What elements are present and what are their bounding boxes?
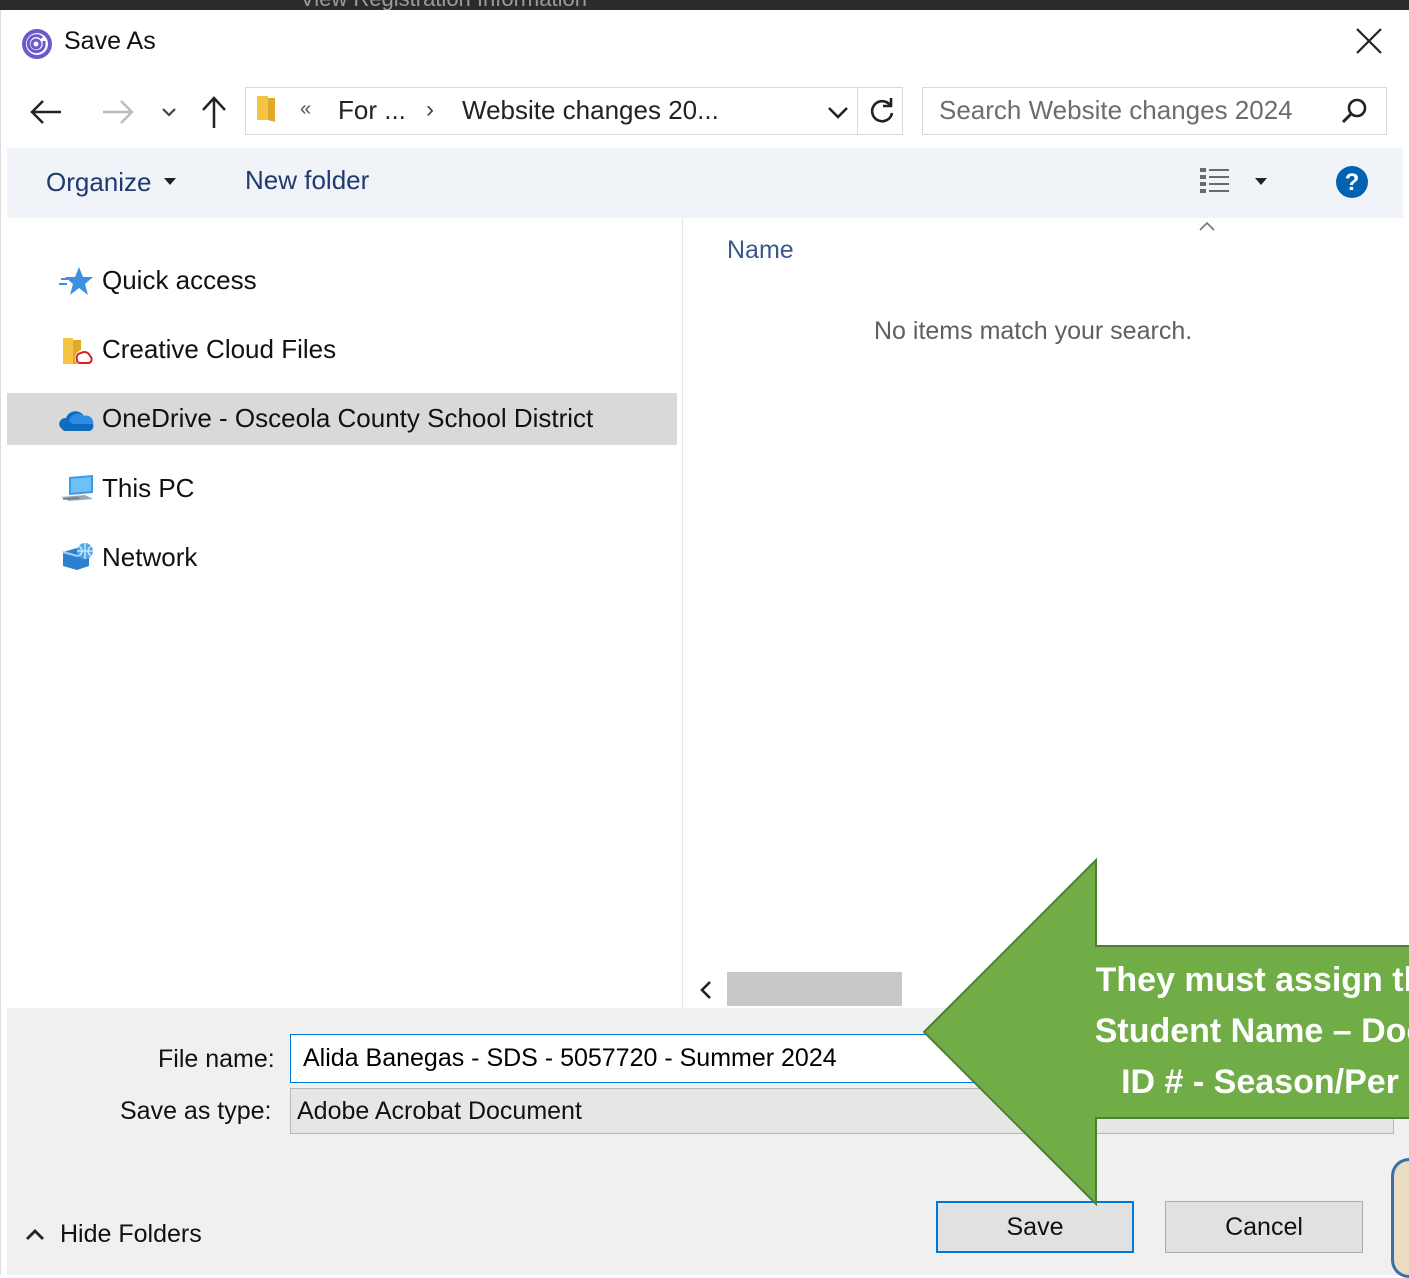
caret-down-icon[interactable] [164, 178, 176, 186]
scroll-left-button[interactable] [688, 972, 724, 1008]
background-window-strip: View Registration Information [0, 0, 1409, 10]
nav-item-label: Network [102, 542, 198, 572]
address-dropdown-icon[interactable] [824, 97, 852, 127]
close-icon[interactable] [1352, 24, 1386, 60]
address-divider [857, 88, 858, 134]
nav-item-label: OneDrive - Osceola County School Distric… [102, 403, 594, 433]
star-icon [59, 267, 93, 295]
arrow-left-icon [30, 100, 61, 124]
chevron-down-icon [162, 108, 176, 117]
refresh-icon[interactable] [866, 95, 898, 127]
breadcrumb-separator[interactable]: › [426, 96, 434, 124]
forward-button[interactable] [98, 92, 138, 132]
svg-text:?: ? [1345, 169, 1360, 196]
organize-button[interactable]: Organize [46, 167, 152, 198]
nav-item-network[interactable]: Network [7, 532, 677, 584]
annotation-callout-text: They must assign th Student Name – Doc I… [1030, 955, 1409, 1108]
arrow-up-icon [202, 96, 226, 128]
dialog-title: Save As [64, 27, 156, 55]
annotation-line-1: They must assign th [1095, 961, 1409, 999]
save-as-type-value[interactable]: Adobe Acrobat Document [297, 1097, 582, 1126]
up-button[interactable] [196, 92, 232, 132]
annotation-line-2: Student Name – Doc [1094, 1012, 1409, 1050]
nav-item-label: Creative Cloud Files [102, 334, 337, 364]
computer-icon [61, 475, 93, 501]
folder-icon [257, 96, 275, 122]
recent-locations-button[interactable] [156, 92, 182, 132]
sort-ascending-icon [1199, 221, 1215, 231]
view-details-icon[interactable] [1198, 166, 1234, 196]
network-icon [62, 543, 93, 570]
background-tab-title: View Registration Information [300, 0, 587, 10]
nav-item-this-pc[interactable]: This PC [7, 463, 677, 515]
chevron-left-icon [700, 981, 711, 999]
save-button[interactable]: Save [936, 1201, 1134, 1253]
pane-divider[interactable] [682, 218, 683, 1008]
nav-item-onedrive[interactable]: OneDrive - Osceola County School Distric… [7, 393, 677, 445]
help-icon[interactable]: ? [1335, 165, 1369, 199]
search-icon[interactable] [1340, 96, 1370, 126]
new-folder-button[interactable]: New folder [245, 165, 369, 196]
overlay-image-edge [1391, 1158, 1409, 1278]
chevron-up-icon [26, 1229, 44, 1240]
nav-item-label: Quick access [102, 265, 257, 295]
onedrive-cloud-icon [59, 411, 94, 432]
address-overflow-chevron[interactable]: « [300, 98, 311, 121]
app-icon [22, 29, 52, 59]
empty-results-message: No items match your search. [874, 317, 1193, 345]
column-header-name[interactable]: Name [727, 236, 794, 265]
horizontal-scrollbar-thumb[interactable] [727, 972, 902, 1006]
hide-folders-toggle[interactable]: Hide Folders [24, 1218, 202, 1250]
breadcrumb-segment-parent[interactable]: For ... [338, 95, 406, 126]
hide-folders-label: Hide Folders [60, 1219, 202, 1248]
save-as-type-label: Save as type: [120, 1097, 272, 1125]
search-input[interactable]: Search Website changes 2024 [939, 95, 1293, 126]
creative-cloud-folder-icon [63, 338, 93, 366]
cancel-button[interactable]: Cancel [1165, 1201, 1363, 1253]
view-options-caret-icon[interactable] [1255, 178, 1267, 186]
annotation-line-3: ID # - Season/Per [1121, 1063, 1399, 1101]
nav-item-quick-access[interactable]: Quick access [7, 255, 677, 307]
nav-item-creative-cloud-files[interactable]: Creative Cloud Files [7, 324, 677, 376]
breadcrumb-segment-current[interactable]: Website changes 20... [462, 95, 719, 126]
file-name-label: File name: [158, 1045, 275, 1073]
back-button[interactable] [26, 92, 66, 132]
title-bar [0, 10, 1409, 76]
nav-item-label: This PC [102, 473, 195, 503]
command-toolbar [7, 148, 1403, 218]
arrow-right-icon [103, 100, 134, 124]
